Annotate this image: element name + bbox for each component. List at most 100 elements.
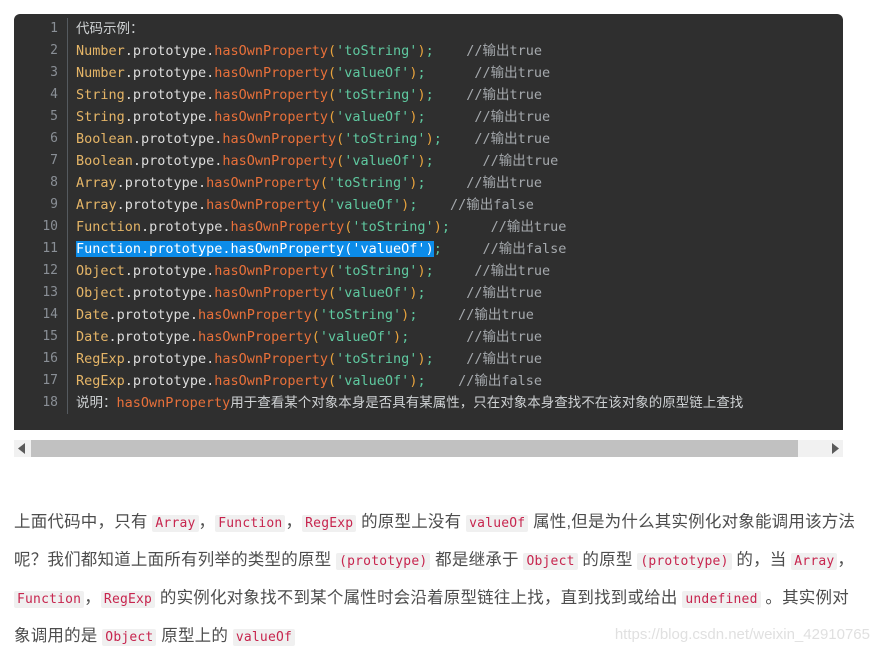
code-line[interactable]: 12 Object.prototype.hasOwnProperty('toStr…: [14, 260, 843, 282]
token-semicolon: ;: [441, 219, 450, 235]
token-method-name: hasOwnProperty: [197, 329, 312, 345]
token-whitespace: [434, 87, 467, 103]
token-semicolon: ;: [417, 373, 426, 389]
token-property: prototype: [132, 373, 207, 389]
token-paren-close: ): [417, 153, 426, 169]
line-number: 1: [50, 21, 58, 36]
inline-code: valueOf: [232, 628, 296, 646]
token-paren-open: (: [328, 351, 337, 367]
token-paren-open: (: [328, 87, 337, 103]
code-line-content: RegExp.prototype.hasOwnProperty('valueOf…: [76, 370, 542, 392]
token-comment: //输出true: [466, 43, 543, 59]
code-line[interactable]: 13 Object.prototype.hasOwnProperty('value…: [14, 282, 843, 304]
code-line[interactable]: 4 String.prototype.hasOwnProperty('toStri…: [14, 84, 843, 106]
token-dot: .: [124, 43, 133, 59]
token-whitespace: [426, 285, 467, 301]
token-dot: .: [124, 285, 133, 301]
token-property: prototype: [124, 197, 198, 213]
token-string: 'valueOf': [336, 285, 410, 301]
gutter-divider: [67, 150, 68, 172]
paragraph-text: 的实例化对象找不到某个属性时会沿着原型链往上找，直到找到或给出: [155, 588, 683, 607]
code-line-content: Boolean.prototype.hasOwnProperty('valueO…: [76, 150, 558, 172]
token-paren-open: (: [319, 197, 329, 213]
token-whitespace: [434, 43, 467, 59]
code-block-horizontal-scrollbar[interactable]: [14, 440, 843, 457]
code-statement: Function.prototype.hasOwnProperty('toStr…: [76, 219, 442, 235]
code-line-content: Function.prototype.hasOwnProperty('toStr…: [76, 216, 566, 238]
code-line[interactable]: 9 Array.prototype.hasOwnProperty('valueOf…: [14, 194, 843, 216]
scrollbar-track[interactable]: [31, 440, 826, 457]
token-semicolon: ;: [433, 241, 442, 257]
code-statement: RegExp.prototype.hasOwnProperty('toStrin…: [76, 351, 426, 367]
code-line[interactable]: 11 Function.prototype.hasOwnProperty('val…: [14, 238, 843, 260]
token-semicolon: ;: [425, 263, 434, 279]
note-prefix: 说明：: [76, 395, 117, 411]
gutter-divider: [67, 128, 68, 150]
gutter-divider: [67, 106, 68, 128]
code-statement: Number.prototype.hasOwnProperty('toStrin…: [76, 43, 426, 59]
inline-code: undefined: [682, 590, 761, 608]
token-dot: .: [116, 175, 125, 191]
token-semicolon: ;: [425, 153, 434, 169]
code-line[interactable]: 8 Array.prototype.hasOwnProperty('toStrin…: [14, 172, 843, 194]
code-line[interactable]: 2 Number.prototype.hasOwnProperty('toStri…: [14, 40, 843, 62]
code-line[interactable]: 16 RegExp.prototype.hasOwnProperty('toStr…: [14, 348, 843, 370]
token-comment: //输出true: [458, 307, 534, 323]
token-property: prototype: [132, 65, 207, 81]
scroll-right-arrow-icon[interactable]: [826, 440, 843, 457]
token-comment: //输出true: [474, 263, 551, 279]
inline-code: RegExp: [100, 590, 156, 608]
token-string: 'toString': [319, 307, 402, 323]
code-line[interactable]: 14 Date.prototype.hasOwnProperty('toStrin…: [14, 304, 843, 326]
code-line[interactable]: 10 Function.prototype.hasOwnProperty('toS…: [14, 216, 843, 238]
token-string: 'toString': [336, 43, 418, 59]
token-property: prototype: [132, 43, 207, 59]
token-whitespace: [426, 109, 475, 125]
code-line[interactable]: 7 Boolean.prototype.hasOwnProperty('value…: [14, 150, 843, 172]
token-property: prototype: [132, 263, 207, 279]
token-class-name: RegExp: [76, 351, 125, 367]
code-line[interactable]: 1 代码示例：: [14, 18, 843, 40]
token-dot: .: [206, 65, 215, 81]
token-paren-close: ): [417, 87, 426, 103]
code-statement: RegExp.prototype.hasOwnProperty('valueOf…: [76, 373, 417, 389]
line-number: 17: [42, 373, 58, 388]
token-class-name: Number: [76, 43, 125, 59]
code-line[interactable]: 15 Date.prototype.hasOwnProperty('valueOf…: [14, 326, 843, 348]
code-block[interactable]: 1 代码示例： 2 Number.prototype.hasOwnProperty('…: [14, 14, 843, 430]
gutter-divider: [67, 370, 68, 392]
token-class-name: String: [76, 109, 125, 125]
token-string: 'valueOf': [336, 109, 410, 125]
scrollbar-thumb[interactable]: [31, 440, 799, 457]
code-line[interactable]: 17 RegExp.prototype.hasOwnProperty('value…: [14, 370, 843, 392]
scroll-left-arrow-icon[interactable]: [14, 440, 31, 457]
code-line[interactable]: 5 String.prototype.hasOwnProperty('valueO…: [14, 106, 843, 128]
token-whitespace: [434, 263, 475, 279]
gutter-divider: [67, 172, 68, 194]
code-line[interactable]: 18 说明：hasOwnProperty用于查看某个对象本身是否具有某属性，只在对…: [14, 392, 843, 414]
token-dot: .: [206, 109, 215, 125]
paragraph-text: 上面代码中，只有: [14, 512, 153, 531]
token-class-name: Date: [76, 329, 109, 345]
token-class-name: Date: [76, 307, 109, 323]
token-dot: .: [141, 219, 150, 235]
token-comment: //输出false: [458, 373, 543, 389]
inline-code: Array: [152, 514, 199, 532]
token-method-name: hasOwnProperty: [222, 153, 337, 169]
gutter-divider: [67, 18, 68, 40]
token-string: 'toString': [328, 175, 410, 191]
token-method-name: hasOwnProperty: [214, 43, 329, 59]
gutter-divider: [67, 392, 68, 414]
token-semicolon: ;: [433, 131, 442, 147]
inline-code: Function: [14, 590, 85, 608]
token-paren-open: (: [328, 43, 337, 59]
token-method-name: hasOwnProperty: [222, 131, 337, 147]
token-dot: .: [206, 351, 215, 367]
token-dot: .: [124, 373, 133, 389]
token-semicolon: ;: [417, 109, 426, 125]
token-method-name: hasOwnProperty: [214, 263, 329, 279]
gutter-divider: [67, 348, 68, 370]
token-semicolon: ;: [425, 43, 434, 59]
code-line[interactable]: 6 Boolean.prototype.hasOwnProperty('toStr…: [14, 128, 843, 150]
code-line[interactable]: 3 Number.prototype.hasOwnProperty('valueO…: [14, 62, 843, 84]
